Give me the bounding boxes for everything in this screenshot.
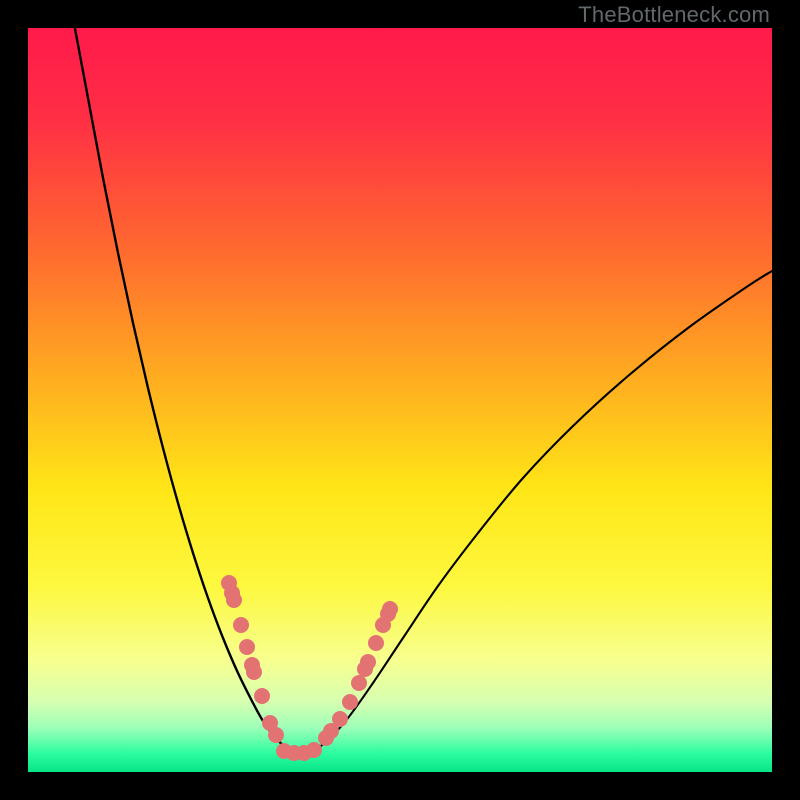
plot-frame: [28, 28, 772, 772]
marker-left-dots: [226, 592, 242, 608]
marker-left-dots: [246, 664, 262, 680]
series-right-curve: [301, 271, 772, 754]
marker-right-dots: [351, 675, 367, 691]
watermark-label: TheBottleneck.com: [578, 2, 770, 28]
marker-right-dots: [332, 711, 348, 727]
marker-bottom-dots: [306, 742, 322, 758]
marker-right-dots: [360, 654, 376, 670]
series-left-curve: [73, 28, 301, 754]
plot-curves: [28, 28, 772, 772]
marker-left-dots: [233, 617, 249, 633]
marker-right-dots: [342, 694, 358, 710]
marker-left-dots: [254, 688, 270, 704]
marker-right-dots: [368, 635, 384, 651]
marker-right-dots: [382, 601, 398, 617]
marker-left-dots: [239, 639, 255, 655]
marker-left-dots: [268, 727, 284, 743]
